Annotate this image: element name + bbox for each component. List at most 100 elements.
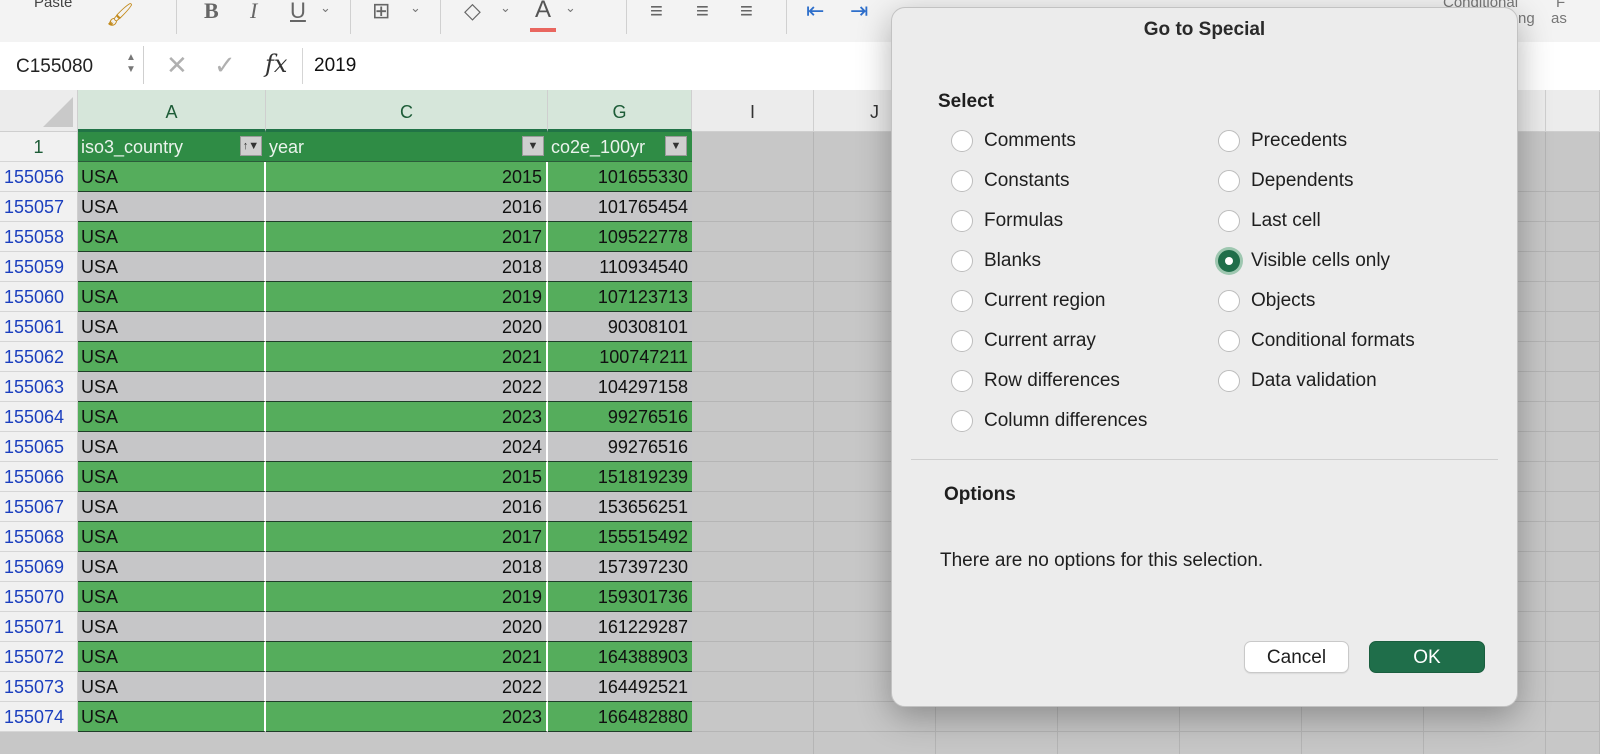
chevron-down-icon[interactable]: ⌄ bbox=[320, 0, 331, 16]
cell-co2e[interactable]: 161229287 bbox=[548, 612, 692, 642]
row-header[interactable]: 155064 bbox=[0, 402, 78, 432]
cancel-button[interactable]: Cancel bbox=[1244, 641, 1349, 673]
align-right-icon[interactable]: ≡ bbox=[740, 0, 753, 26]
radio-button[interactable] bbox=[1218, 130, 1240, 152]
cell-country[interactable]: USA bbox=[78, 162, 266, 192]
name-box[interactable]: C155080 ▲ ▼ bbox=[0, 46, 144, 84]
radio-button[interactable] bbox=[1218, 170, 1240, 192]
formula-input[interactable]: 2019 bbox=[314, 55, 356, 77]
borders-icon[interactable]: ⊞ bbox=[372, 0, 390, 26]
cell-year[interactable]: 2017 bbox=[266, 522, 548, 552]
cell-year[interactable]: 2016 bbox=[266, 192, 548, 222]
chevron-down-icon[interactable]: ⌄ bbox=[410, 0, 421, 16]
cell-year[interactable]: 2023 bbox=[266, 402, 548, 432]
row-header[interactable]: 155061 bbox=[0, 312, 78, 342]
bold-button[interactable]: B bbox=[204, 0, 219, 26]
filter-dropdown-icon[interactable]: ▼ bbox=[665, 136, 687, 156]
radio-button[interactable] bbox=[951, 410, 973, 432]
cell-co2e[interactable]: 104297158 bbox=[548, 372, 692, 402]
cell-co2e[interactable]: 153656251 bbox=[548, 492, 692, 522]
format-painter-icon[interactable]: 🖌 bbox=[106, 2, 134, 28]
format-as-table-label-2[interactable]: as bbox=[1551, 10, 1567, 27]
radio-button[interactable] bbox=[951, 370, 973, 392]
header-cell-year[interactable]: year ▼ bbox=[266, 132, 548, 162]
cell-country[interactable]: USA bbox=[78, 432, 266, 462]
column-header-c[interactable]: C bbox=[266, 90, 548, 132]
cell-co2e[interactable]: 99276516 bbox=[548, 402, 692, 432]
fill-color-icon[interactable]: ◇ bbox=[464, 0, 481, 26]
cell-country[interactable]: USA bbox=[78, 552, 266, 582]
cell-country[interactable]: USA bbox=[78, 582, 266, 612]
cell-co2e[interactable]: 155515492 bbox=[548, 522, 692, 552]
cell-year[interactable]: 2016 bbox=[266, 492, 548, 522]
cell-year[interactable]: 2020 bbox=[266, 312, 548, 342]
option-formulas[interactable]: Formulas bbox=[951, 208, 1063, 234]
cell-country[interactable]: USA bbox=[78, 492, 266, 522]
cell-year[interactable]: 2021 bbox=[266, 642, 548, 672]
underline-button[interactable]: U bbox=[290, 0, 306, 26]
row-header[interactable]: 155071 bbox=[0, 612, 78, 642]
option-precedents[interactable]: Precedents bbox=[1218, 128, 1347, 154]
row-header[interactable]: 155062 bbox=[0, 342, 78, 372]
cell-country[interactable]: USA bbox=[78, 462, 266, 492]
decrease-indent-icon[interactable]: ⇤ bbox=[806, 0, 824, 26]
cell-year[interactable]: 2021 bbox=[266, 342, 548, 372]
cell-co2e[interactable]: 90308101 bbox=[548, 312, 692, 342]
cell-co2e[interactable]: 164492521 bbox=[548, 672, 692, 702]
filter-active-icon[interactable]: ↑▼ bbox=[240, 136, 262, 156]
cell-country[interactable]: USA bbox=[78, 222, 266, 252]
cell-co2e[interactable]: 166482880 bbox=[548, 702, 692, 732]
chevron-down-icon[interactable]: ⌄ bbox=[500, 0, 511, 16]
radio-button[interactable] bbox=[951, 330, 973, 352]
option-column-differences[interactable]: Column differences bbox=[951, 408, 1147, 434]
row-header[interactable]: 155063 bbox=[0, 372, 78, 402]
option-blanks[interactable]: Blanks bbox=[951, 248, 1041, 274]
cell-year[interactable]: 2020 bbox=[266, 612, 548, 642]
cancel-edit-icon[interactable]: ✕ bbox=[166, 50, 188, 81]
row-header[interactable]: 155059 bbox=[0, 252, 78, 282]
option-comments[interactable]: Comments bbox=[951, 128, 1076, 154]
cell-country[interactable]: USA bbox=[78, 612, 266, 642]
insert-function-icon[interactable]: fx bbox=[265, 50, 287, 78]
option-visible-cells-only[interactable]: Visible cells only bbox=[1218, 248, 1390, 274]
cell-year[interactable]: 2024 bbox=[266, 432, 548, 462]
cell-co2e[interactable]: 157397230 bbox=[548, 552, 692, 582]
row-header[interactable]: 155060 bbox=[0, 282, 78, 312]
option-data-validation[interactable]: Data validation bbox=[1218, 368, 1377, 394]
cell-year[interactable]: 2022 bbox=[266, 372, 548, 402]
column-header-a[interactable]: A bbox=[78, 90, 266, 132]
row-header[interactable]: 155065 bbox=[0, 432, 78, 462]
cell-year[interactable]: 2019 bbox=[266, 282, 548, 312]
radio-button[interactable] bbox=[951, 130, 973, 152]
cell-co2e[interactable]: 159301736 bbox=[548, 582, 692, 612]
cell-country[interactable]: USA bbox=[78, 192, 266, 222]
cell-year[interactable]: 2017 bbox=[266, 222, 548, 252]
radio-button[interactable] bbox=[951, 250, 973, 272]
option-dependents[interactable]: Dependents bbox=[1218, 168, 1353, 194]
select-all-corner[interactable] bbox=[0, 90, 78, 132]
increase-indent-icon[interactable]: ⇥ bbox=[850, 0, 868, 26]
cell-co2e[interactable]: 99276516 bbox=[548, 432, 692, 462]
option-current-region[interactable]: Current region bbox=[951, 288, 1105, 314]
cell-year[interactable]: 2022 bbox=[266, 672, 548, 702]
paste-label[interactable]: Paste bbox=[34, 0, 72, 11]
cell-year[interactable]: 2015 bbox=[266, 162, 548, 192]
cell-year[interactable]: 2015 bbox=[266, 462, 548, 492]
radio-button[interactable] bbox=[951, 210, 973, 232]
cell-country[interactable]: USA bbox=[78, 252, 266, 282]
name-box-stepper-icon[interactable]: ▲ ▼ bbox=[126, 52, 136, 76]
row-header[interactable]: 155067 bbox=[0, 492, 78, 522]
column-header-i[interactable]: I bbox=[692, 90, 814, 132]
row-header[interactable]: 155073 bbox=[0, 672, 78, 702]
cell-country[interactable]: USA bbox=[78, 522, 266, 552]
radio-button[interactable] bbox=[951, 290, 973, 312]
option-last-cell[interactable]: Last cell bbox=[1218, 208, 1321, 234]
row-header[interactable]: 155057 bbox=[0, 192, 78, 222]
font-color-button[interactable]: A bbox=[528, 0, 558, 32]
cell-co2e[interactable]: 107123713 bbox=[548, 282, 692, 312]
option-row-differences[interactable]: Row differences bbox=[951, 368, 1120, 394]
cell-year[interactable]: 2019 bbox=[266, 582, 548, 612]
cell-country[interactable]: USA bbox=[78, 312, 266, 342]
filter-dropdown-icon[interactable]: ▼ bbox=[522, 136, 544, 156]
cell-country[interactable]: USA bbox=[78, 372, 266, 402]
